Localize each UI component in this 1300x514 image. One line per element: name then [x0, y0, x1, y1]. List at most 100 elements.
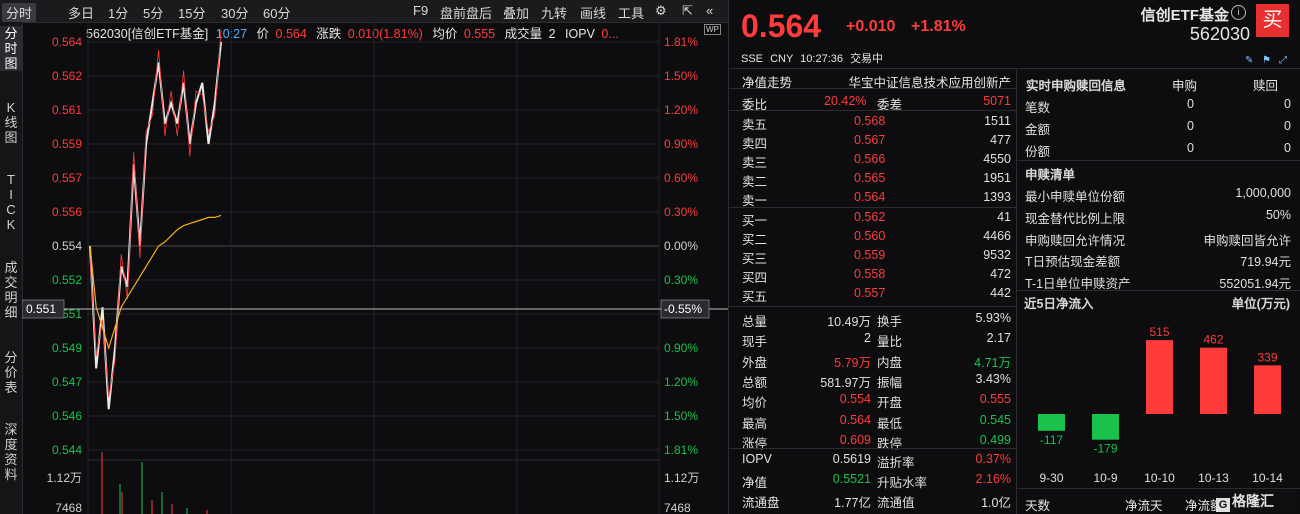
crosshair-label-left: 0.551	[26, 302, 56, 316]
tools-button[interactable]: 工具	[618, 3, 644, 22]
y-tick-left: 0.564	[52, 35, 82, 49]
stat-value: 0.545	[979, 412, 1011, 427]
sidetab-price-table[interactable]: 分 价 表	[0, 350, 22, 395]
tab-30min[interactable]: 30分	[221, 3, 248, 22]
inflow-bar	[1200, 347, 1227, 414]
stat-label: 开盘	[877, 396, 903, 411]
inflow-bar	[1146, 340, 1173, 414]
stat-label: 总量	[742, 315, 768, 329]
draw-line-button[interactable]: 画线	[580, 3, 606, 22]
y-tick-right: 0.00%	[664, 239, 698, 253]
y-tick-left: 0.561	[52, 103, 82, 117]
tab-1min[interactable]: 1分	[108, 3, 128, 22]
bid-volume: 442	[990, 286, 1011, 300]
stat-label: 均价	[742, 396, 768, 411]
resize-icon[interactable]: ⤢	[1279, 55, 1287, 66]
stat-value: 581.97万	[820, 375, 871, 390]
info-icon[interactable]: i	[1231, 5, 1246, 20]
volume-area	[101, 452, 208, 514]
sidetab-depth-info[interactable]: 深 度 资 料	[0, 422, 22, 482]
price-line	[89, 41, 222, 410]
realtime-redeem-value: 0	[1284, 141, 1291, 155]
sidetab-kline-chart[interactable]: K 线 图	[0, 100, 22, 145]
y-axis-left: 0.564 0.562 0.561 0.559 0.557 0.556 0.554 0.552…	[47, 35, 83, 514]
edit-icon[interactable]: ✎	[1245, 55, 1253, 66]
realtime-subscribe-value: 0	[1187, 97, 1194, 111]
inflow-bar-label: 339	[1257, 350, 1277, 364]
y-tick-left: 0.562	[52, 69, 82, 83]
tab-60min[interactable]: 60分	[263, 3, 290, 22]
premarket-button[interactable]: 盘前盘后	[440, 3, 492, 22]
sidetab-label: 深 度 资 料	[4, 422, 18, 482]
side-tabs: 分 时 图 K 线 图 T I C K 成 交 明 细 分 价 表 深 度 资 …	[0, 22, 23, 514]
stat-label: 升贴水率	[877, 476, 928, 490]
ask-label: 卖五	[742, 118, 768, 132]
bid-label: 买四	[742, 271, 768, 285]
stat-label: 最低	[877, 416, 903, 431]
inflow-bar-label: -179	[1093, 442, 1117, 456]
tab-multiday[interactable]: 多日	[68, 3, 94, 22]
buy-button[interactable]: 买	[1256, 4, 1289, 37]
inflow-bar-label: 515	[1149, 325, 1169, 339]
redemption-row-label: 最小申赎单位份额	[1025, 190, 1126, 204]
quote-pct: +1.81%	[911, 18, 966, 35]
y-tick-right: 1.50%	[664, 409, 698, 423]
expand-icon[interactable]: ⇱	[682, 3, 693, 19]
avg-line	[89, 214, 222, 351]
nine-turn-button[interactable]: 九转	[541, 3, 567, 22]
bid-volume: 4466	[983, 229, 1011, 243]
ask-price: 0.567	[854, 133, 886, 147]
period-toolbar: 分时 多日 1分 5分 15分 30分 60分 F9 盘前盘后 叠加 九转 画线…	[0, 0, 728, 23]
sidetab-intraday-chart[interactable]: 分 时 图	[0, 26, 22, 71]
tab-intraday[interactable]: 分时	[2, 3, 37, 22]
ask-label: 卖三	[742, 156, 768, 170]
inflow-category: 10-10	[1144, 471, 1175, 485]
collapse-icon[interactable]: «	[706, 3, 713, 18]
inflow-chart: -117 9-30 -179 10-9 515 10-10 462 10-13 339 10-14	[1038, 325, 1283, 485]
bid-price: 0.558	[854, 267, 886, 281]
y-tick-right: 1.81%	[664, 35, 698, 49]
f9-button[interactable]: F9	[413, 3, 428, 18]
stat-value: 0.499	[979, 432, 1011, 447]
bid-volume: 472	[990, 267, 1011, 281]
ask-label: 卖四	[742, 137, 768, 151]
redemption-row-value: 申购赎回皆允许	[1203, 233, 1291, 248]
tab-5min[interactable]: 5分	[143, 3, 163, 22]
stat-value: 0.5521	[832, 472, 871, 486]
stat-value: 4.71万	[974, 355, 1011, 370]
fund-name: 信创ETF基金	[1140, 7, 1229, 24]
sidetab-trade-detail[interactable]: 成 交 明 细	[0, 260, 22, 320]
stat-label: 外盘	[742, 355, 768, 370]
intraday-chart[interactable]: 0.564 0.562 0.561 0.559 0.557 0.556 0.554 0.552…	[22, 22, 728, 514]
stat-label: 换手	[877, 315, 903, 329]
realtime-redeem-value: 0	[1284, 97, 1291, 111]
inflow-bar	[1092, 414, 1119, 440]
y-tick-left: 0.549	[52, 341, 82, 355]
realtime-subscribe-value: 0	[1187, 119, 1194, 133]
ask-price: 0.566	[854, 152, 886, 166]
fund-code: 562030	[1189, 24, 1250, 44]
sidetab-tick[interactable]: T I C K	[0, 172, 22, 232]
volume-tick-left: 1.12万	[47, 471, 82, 485]
overlay-button[interactable]: 叠加	[503, 3, 529, 22]
ask-price: 0.564	[854, 190, 886, 204]
tab-15min[interactable]: 15分	[178, 3, 205, 22]
inflow-category: 10-14	[1252, 471, 1283, 485]
ask-volume: 477	[990, 133, 1011, 147]
stat-label: 现手	[742, 335, 768, 350]
stat-label: 溢折率	[877, 456, 915, 470]
stat-label: 净值	[742, 476, 768, 490]
sidetab-label: 分 时 图	[4, 26, 18, 71]
ask-price: 0.565	[854, 171, 886, 185]
stat-value: 2	[864, 331, 871, 346]
stat-label: 振幅	[877, 375, 903, 390]
bid-volume: 41	[997, 210, 1011, 224]
inflow-bar-label: 462	[1203, 333, 1223, 347]
chart-grid	[87, 22, 660, 514]
gear-icon[interactable]: ⚙	[655, 3, 667, 19]
bid-price: 0.559	[854, 248, 886, 262]
realtime-row-label: 金额	[1025, 123, 1051, 137]
stat-value: 1.77亿	[834, 496, 871, 510]
pin-icon[interactable]: ⚑	[1262, 55, 1271, 66]
market-code: SSE	[741, 53, 764, 65]
